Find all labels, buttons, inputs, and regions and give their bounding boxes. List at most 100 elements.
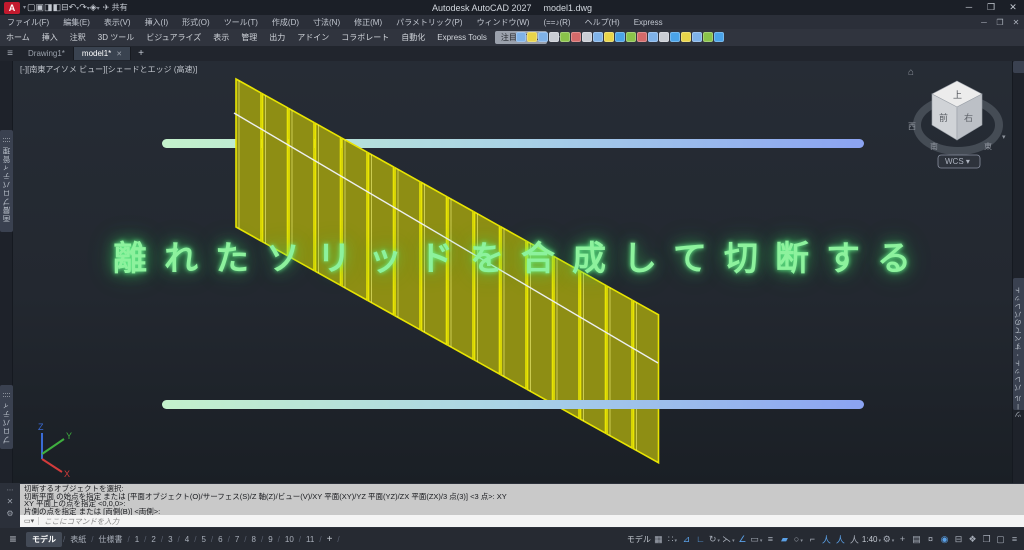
express-tool-icon-15[interactable] [681, 32, 691, 42]
autocad-logo[interactable]: A [4, 2, 20, 14]
units-icon[interactable]: ¤ [924, 534, 937, 544]
model-space-label[interactable]: モデル [627, 534, 651, 545]
new-file-icon[interactable]: ▢ [27, 2, 36, 12]
customize-icon[interactable]: ⚙ [6, 509, 13, 518]
grid-icon[interactable]: ▦ [652, 534, 665, 545]
layout-tab-3[interactable]: 1 [131, 533, 143, 546]
express-tool-icon-10[interactable] [626, 32, 636, 42]
layout-tab-9[interactable]: 7 [231, 533, 243, 546]
doc-minimize-button[interactable]: ─ [976, 18, 992, 27]
ribbon-tab-0[interactable]: ホーム [0, 31, 36, 44]
annotation-scale-value[interactable]: 1:40▾ [862, 535, 881, 544]
ucs-lock-icon[interactable]: ⌐ [806, 534, 819, 544]
compass-caret-icon[interactable]: ▾ [1002, 134, 1006, 141]
menu-item-1[interactable]: 編集(E) [56, 18, 97, 27]
drawing-tab-0[interactable]: Drawing1* [20, 47, 74, 60]
menu-item-9[interactable]: パラメトリック(P) [389, 18, 469, 27]
lineweight-icon[interactable]: ≡ [764, 534, 777, 544]
gradient-line-bottom[interactable] [162, 400, 864, 409]
close-icon[interactable]: ✕ [7, 497, 14, 506]
solid-panel[interactable] [236, 79, 261, 241]
express-tool-icon-12[interactable] [648, 32, 658, 42]
command-input-row[interactable]: ▭▾ ここにコマンドを入力 [20, 515, 1024, 527]
wcs-button[interactable]: WCS ▾ [938, 155, 980, 168]
transparency-icon[interactable]: ○▾ [792, 534, 805, 544]
grip-icon[interactable]: ∙∙∙ [7, 485, 14, 494]
plot-icon[interactable]: ⊟ [952, 534, 965, 545]
ribbon-tab-7[interactable]: 出力 [263, 31, 291, 44]
express-tool-icon-1[interactable] [527, 32, 537, 42]
annotation-autoscale-icon[interactable]: 人 [834, 533, 847, 546]
window-icon[interactable]: ❐ [980, 534, 993, 545]
undo-icon[interactable]: ↶▾ [69, 2, 80, 12]
layout-tab-6[interactable]: 4 [181, 533, 193, 546]
print-icon[interactable]: ⊟ [61, 2, 69, 12]
new-layout-button[interactable]: + [323, 534, 337, 545]
layout-tab-10[interactable]: 8 [248, 533, 260, 546]
layout-tab-13[interactable]: 11 [302, 533, 318, 546]
minimize-button[interactable]: ─ [958, 2, 980, 13]
menu-item-6[interactable]: 作成(D) [265, 18, 306, 27]
express-tool-icon-11[interactable] [637, 32, 647, 42]
express-tool-icon-7[interactable] [593, 32, 603, 42]
layout-tab-1[interactable]: 表紙 [66, 532, 90, 547]
ribbon-tab-4[interactable]: ビジュアライズ [140, 31, 207, 44]
svg-text:南[interactable]: 南 [930, 141, 938, 151]
polar-tracking-icon[interactable]: ↻▾ [708, 534, 721, 545]
express-tool-icon-14[interactable] [670, 32, 680, 42]
solid-panel[interactable] [634, 301, 659, 463]
annotation-scale-people-icon[interactable]: 人 [848, 533, 861, 546]
layout-tab-8[interactable]: 6 [214, 533, 226, 546]
close-tab-icon[interactable]: ✕ [116, 51, 122, 58]
drawing-canvas[interactable]: [-][南東アイソメ ビュー][シェードとエッジ (高速)] 画層プロパティ管理… [0, 61, 1024, 483]
layout-tab-4[interactable]: 2 [147, 533, 159, 546]
layout-tab-7[interactable]: 5 [197, 533, 209, 546]
express-tool-icon-0[interactable] [516, 32, 526, 42]
ribbon-tab-2[interactable]: 注釈 [64, 31, 92, 44]
doc-restore-button[interactable]: ❐ [992, 18, 1008, 27]
menu-item-12[interactable]: ヘルプ(H) [578, 18, 627, 27]
close-button[interactable]: ✕ [1002, 2, 1024, 13]
ribbon-tab-5[interactable]: 表示 [207, 31, 235, 44]
drawing-tab-1[interactable]: model1*✕ [74, 47, 131, 60]
viewcube-home-icon[interactable]: ⌂ [908, 67, 914, 78]
layout-tab-2[interactable]: 仕様書 [94, 532, 126, 547]
ribbon-tab-10[interactable]: 自動化 [395, 31, 431, 44]
graphics-performance-icon[interactable]: ◉ [938, 534, 951, 545]
viewport-controls[interactable]: [-][南東アイソメ ビュー][シェードとエッジ (高速)] [20, 64, 197, 75]
layout-tab-11[interactable]: 9 [264, 533, 276, 546]
layout-tab-5[interactable]: 3 [164, 533, 176, 546]
ribbon-tab-6[interactable]: 管理 [235, 31, 263, 44]
ribbon-tab-3[interactable]: 3D ツール [92, 31, 140, 44]
express-tool-icon-9[interactable] [615, 32, 625, 42]
ribbon-tab-9[interactable]: コラボレート [335, 31, 395, 44]
express-tool-icon-3[interactable] [549, 32, 559, 42]
isodraft-icon[interactable]: ⋋▾ [722, 534, 735, 545]
menu-item-13[interactable]: Express [627, 18, 670, 27]
express-tool-icon-13[interactable] [659, 32, 669, 42]
ribbon-tab-1[interactable]: 挿入 [36, 31, 64, 44]
open-file-icon[interactable]: ▣ [36, 2, 45, 12]
workspace-gear-icon[interactable]: ⚙▾ [882, 534, 895, 545]
infer-constraints-icon[interactable]: ⊿ [680, 534, 693, 545]
layer-properties-palette-tab[interactable]: 画層プロパティ管理 [0, 130, 13, 232]
object-snap-tracking-icon[interactable]: ∠ [736, 534, 749, 545]
tool-palettes-tab[interactable]: ツール パレット - すべてのパレット [1013, 278, 1024, 410]
express-tool-icon-6[interactable] [582, 32, 592, 42]
menu-item-11[interactable]: (==♪(R) [536, 18, 577, 27]
workspace-switch-icon[interactable]: ◈▾ [90, 2, 100, 12]
layout-tab-0[interactable]: モデル [26, 532, 62, 547]
ribbon-tab-11[interactable]: Express Tools [431, 31, 493, 44]
redo-icon[interactable]: ↷▾ [79, 2, 90, 12]
solid-panel[interactable] [263, 94, 288, 256]
express-tool-icon-18[interactable] [714, 32, 724, 42]
express-tool-icon-2[interactable] [538, 32, 548, 42]
solid-panel[interactable] [607, 286, 632, 448]
quick-properties-icon[interactable]: ▤ [910, 534, 923, 545]
clean-screen-icon[interactable]: ▢ [994, 534, 1007, 545]
selection-effects-icon[interactable]: ▰ [778, 534, 791, 545]
svg-text:東[interactable]: 東 [984, 141, 992, 151]
menu-item-3[interactable]: 挿入(I) [138, 18, 176, 27]
doc-close-button[interactable]: ✕ [1008, 18, 1024, 27]
express-tool-icon-8[interactable] [604, 32, 614, 42]
